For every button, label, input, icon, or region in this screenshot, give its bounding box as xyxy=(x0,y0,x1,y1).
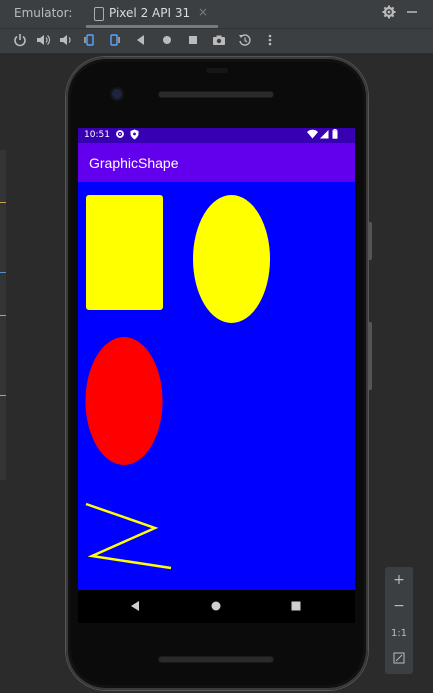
fit-screen-icon[interactable] xyxy=(385,652,413,668)
home-icon[interactable] xyxy=(159,32,175,48)
rotate-left-icon[interactable] xyxy=(81,32,97,48)
yellow-oval xyxy=(193,195,270,323)
gutter-marker xyxy=(0,202,6,203)
zoom-out-button[interactable]: − xyxy=(385,598,413,614)
tab-pixel-2-api-31[interactable]: Pixel 2 API 31 × xyxy=(86,0,218,28)
status-bar: 10:51 xyxy=(78,128,355,143)
nav-overview-icon[interactable] xyxy=(288,598,304,614)
emulator-label: Emulator: xyxy=(14,6,73,20)
android-nav-bar xyxy=(78,590,355,623)
gutter-marker xyxy=(0,315,6,316)
nav-home-icon[interactable] xyxy=(208,598,224,614)
battery-icon xyxy=(332,129,338,142)
camera-icon[interactable] xyxy=(211,32,227,48)
yellow-rectangle xyxy=(86,195,163,310)
device-screen: 10:51 GraphicShape xyxy=(78,128,355,590)
tab-close-button[interactable]: × xyxy=(198,5,208,19)
snapshot-icon[interactable] xyxy=(237,32,253,48)
power-side-button[interactable] xyxy=(368,222,372,260)
tab-active-indicator xyxy=(86,25,218,28)
phone-icon xyxy=(94,7,104,21)
gear-icon[interactable] xyxy=(382,5,396,23)
gutter-marker xyxy=(0,272,6,273)
volume-down-icon[interactable] xyxy=(57,32,73,48)
emulator-toolbar xyxy=(0,29,433,53)
yellow-zigzag-line xyxy=(85,502,172,570)
top-speaker xyxy=(159,92,273,97)
emulator-header: Emulator: Pixel 2 API 31 × xyxy=(0,0,433,29)
back-icon[interactable] xyxy=(133,32,149,48)
app-bar: GraphicShape xyxy=(78,143,355,182)
nav-back-icon[interactable] xyxy=(127,598,143,614)
volume-side-button[interactable] xyxy=(368,322,372,390)
shape-canvas xyxy=(85,195,270,570)
red-oval xyxy=(85,337,163,465)
zoom-1-1-button[interactable]: 1:1 xyxy=(385,628,413,639)
tab-label: Pixel 2 API 31 xyxy=(109,6,191,20)
gutter-marker xyxy=(0,395,6,396)
minus-icon[interactable] xyxy=(406,2,418,26)
rotate-right-icon[interactable] xyxy=(107,32,123,48)
front-camera xyxy=(112,89,122,99)
app-title: GraphicShape xyxy=(89,155,179,171)
zoom-panel: + − 1:1 xyxy=(385,567,413,674)
wifi-icon xyxy=(307,129,318,142)
more-icon[interactable] xyxy=(262,32,278,48)
signal-icon xyxy=(320,129,329,142)
status-time: 10:51 xyxy=(84,130,110,140)
shield-status-icon xyxy=(130,129,139,143)
bottom-speaker xyxy=(159,657,273,662)
settings-status-icon xyxy=(115,129,125,142)
overview-icon[interactable] xyxy=(185,32,201,48)
zoom-in-button[interactable]: + xyxy=(385,572,413,588)
volume-up-icon[interactable] xyxy=(35,32,51,48)
proximity-sensor xyxy=(206,68,228,73)
power-icon[interactable] xyxy=(12,32,28,48)
